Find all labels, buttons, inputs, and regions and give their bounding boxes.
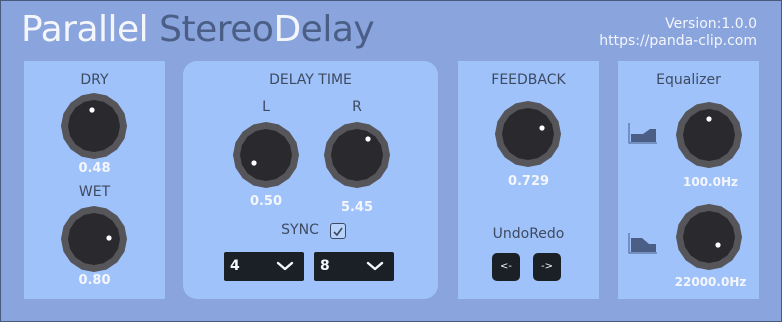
equalizer-panel: Equalizer 100.0Hz 22000.0Hz <box>618 61 759 299</box>
feedback-knob[interactable] <box>495 101 561 167</box>
delay-left-select[interactable]: 4 <box>224 252 304 281</box>
delay-right-value: 5.45 <box>340 200 374 215</box>
knob-icon <box>61 93 127 159</box>
website-link[interactable]: https://panda-clip.com <box>599 33 757 50</box>
delay-left-select-value: 4 <box>230 258 240 274</box>
dry-knob[interactable] <box>61 93 127 159</box>
delay-left-value: 0.50 <box>249 194 283 209</box>
plugin-window: Parallel StereoDelay Version:1.0.0 https… <box>0 0 782 322</box>
feedback-value: 0.729 <box>507 174 550 189</box>
title-word-stereo: Stereo <box>159 9 274 50</box>
delay-right-label: R <box>352 99 362 115</box>
knob-icon <box>233 122 299 188</box>
app-title: Parallel StereoDelay <box>21 9 375 50</box>
delay-time-panel: DELAY TIME L R 0.50 5.45 SYNC 4 8 <box>183 61 438 299</box>
check-icon <box>333 227 343 237</box>
delay-right-knob[interactable] <box>324 122 390 188</box>
knob-icon <box>61 206 127 272</box>
low-shelf-filter-icon <box>628 123 657 144</box>
title-word-elay: elay <box>300 9 375 50</box>
delay-left-knob[interactable] <box>233 122 299 188</box>
sync-checkbox[interactable] <box>330 223 346 239</box>
dry-wet-panel: DRY 0.48 WET 0.80 <box>24 61 165 299</box>
eq-low-knob[interactable] <box>676 102 742 168</box>
title-word-parallel: Parallel <box>21 9 149 50</box>
wet-label: WET <box>78 184 111 200</box>
high-shelf-filter-icon <box>628 233 657 254</box>
eq-low-value: 100.0Hz <box>683 175 738 189</box>
chevron-down-icon <box>276 261 294 271</box>
delay-time-label: DELAY TIME <box>269 72 352 88</box>
wet-knob[interactable] <box>61 206 127 272</box>
undo-button[interactable]: <- <box>492 253 520 281</box>
version-text: Version:1.0.0 <box>665 16 757 32</box>
delay-left-label: L <box>262 99 270 115</box>
delay-right-select[interactable]: 8 <box>314 252 394 281</box>
dry-value: 0.48 <box>78 161 111 176</box>
chevron-down-icon <box>366 261 384 271</box>
equalizer-label: Equalizer <box>656 72 721 88</box>
version-info: Version:1.0.0 https://panda-clip.com <box>599 16 757 50</box>
knob-icon <box>676 204 742 270</box>
knob-icon <box>676 102 742 168</box>
eq-high-value: 22000.0Hz <box>674 275 747 289</box>
title-letter-d: D <box>273 9 301 50</box>
delay-right-select-value: 8 <box>320 258 330 274</box>
knob-icon <box>324 122 390 188</box>
dry-label: DRY <box>80 72 109 88</box>
eq-high-knob[interactable] <box>676 204 742 270</box>
redo-button[interactable]: -> <box>533 253 561 281</box>
feedback-panel: FEEDBACK 0.729 UndoRedo <- -> <box>458 61 599 299</box>
sync-label: SYNC <box>281 222 319 238</box>
feedback-label: FEEDBACK <box>491 72 566 88</box>
knob-icon <box>495 101 561 167</box>
wet-value: 0.80 <box>78 273 111 288</box>
undoredo-label: UndoRedo <box>492 226 565 242</box>
